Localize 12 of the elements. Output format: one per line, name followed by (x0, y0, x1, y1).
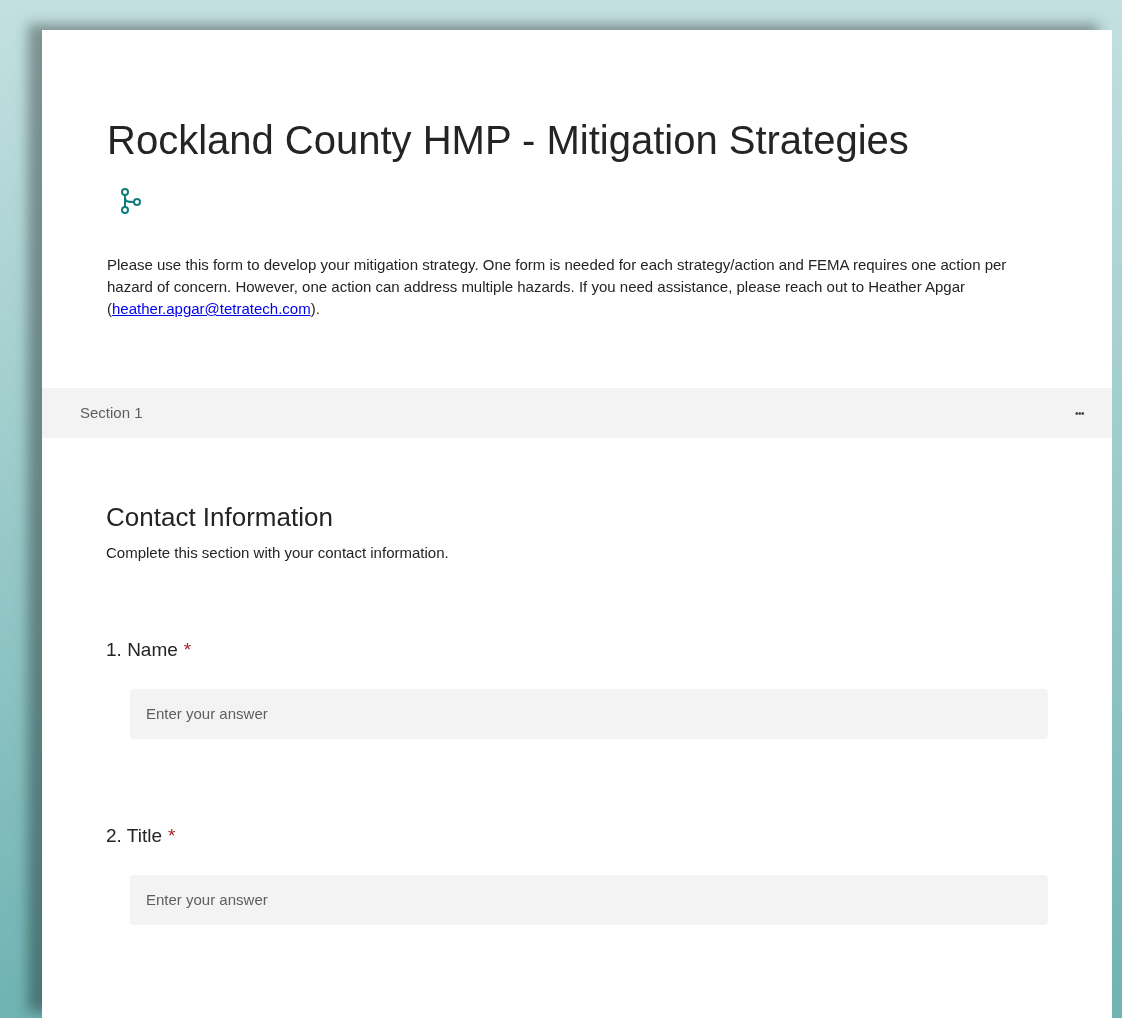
answer-field[interactable]: Enter your answer (130, 688, 1048, 739)
email-link[interactable]: heather.apgar@tetratech.com (112, 300, 311, 317)
answer-field[interactable]: Enter your answer (130, 874, 1048, 925)
branching-icon (119, 188, 143, 214)
more-options-button[interactable]: ••• (1075, 405, 1084, 421)
form-title: Rockland County HMP - Mitigation Strategies (107, 117, 910, 164)
section-subtitle: Complete this section with your contact information. (106, 543, 450, 563)
section-label: Section 1 (80, 402, 143, 423)
form-description: Please use this form to develop your mitigation strategy. One form is needed for each strategy/action and FEMA requires one action per hazard of concern. However, one action can address multiple hazards. If you need assistance, please reach out to Heather Apgar (heather.apgar@tetratech.com). (107, 255, 1008, 319)
question-label: 1. Name * (106, 637, 193, 662)
section-title: Contact Information (106, 501, 334, 534)
question-label: 2. Title * (106, 823, 177, 848)
